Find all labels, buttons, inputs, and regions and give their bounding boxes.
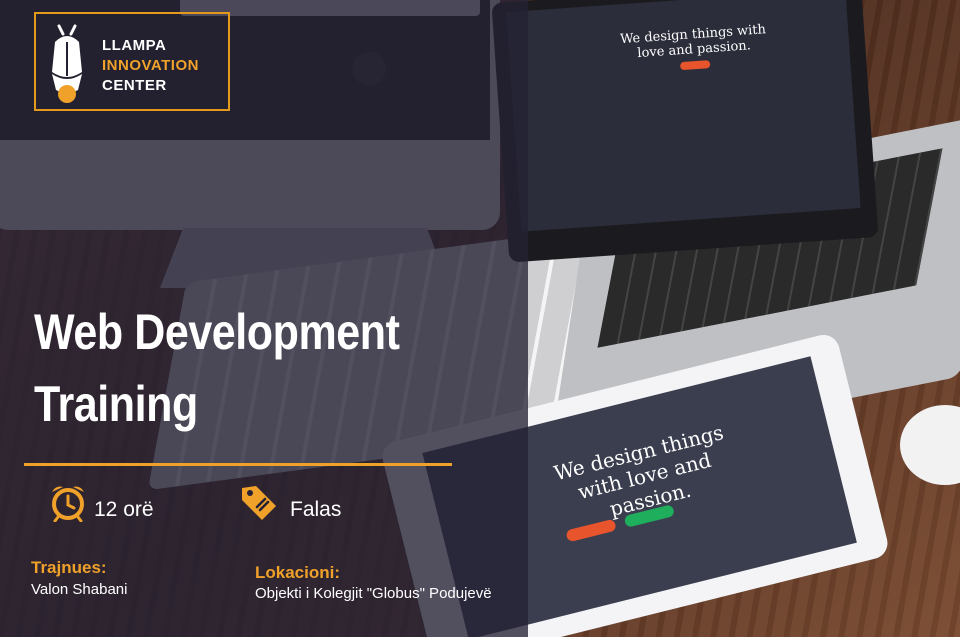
location-value: Objekti i Kolegjit "Globus" Podujevë [255,585,492,602]
page-title: Web Development Training [34,296,400,440]
laptop-website-text: We design things with love and passion. [619,22,767,62]
price-tag-icon [242,486,276,520]
price-text: Falas [290,498,342,521]
logo-text: LLAMPA INNOVATION CENTER [102,36,199,96]
trainer-label: Trajnues: [31,558,107,577]
location-label: Lokacioni: [255,563,341,582]
divider [24,463,452,466]
trainer-name: Valon Shabani [31,581,128,598]
lamp-bulb-icon [52,24,82,103]
logo-line-3: CENTER [102,77,167,94]
logo-line-2: INNOVATION [102,57,199,74]
title-line-2: Training [34,376,198,432]
title-line-1: Web Development [34,304,400,360]
logo-line-1: LLAMPA [102,37,167,54]
macbook-screen: We design things with love and passion. [491,0,879,263]
laptop-website-button [679,60,711,71]
macbook-display: We design things with love and passion. [506,0,861,232]
duration-text: 12 orë [94,498,154,521]
logo: LLAMPA INNOVATION CENTER [34,12,230,111]
poster: ● We design things with love and passion… [0,0,960,637]
alarm-clock-icon [52,486,84,522]
